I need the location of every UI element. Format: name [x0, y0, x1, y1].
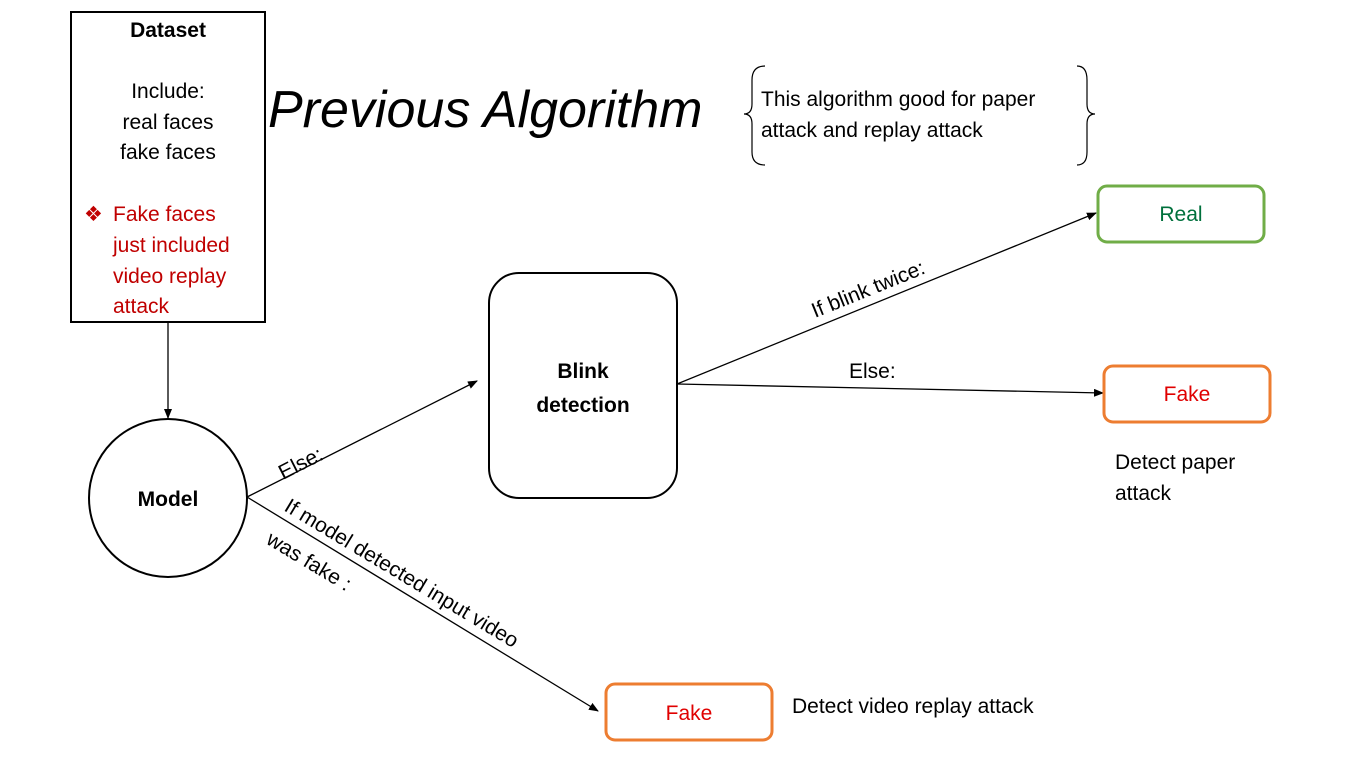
edge-label-model-else: Else:: [275, 443, 327, 485]
page-title: Previous Algorithm: [268, 81, 702, 139]
blink-label: Blink: [557, 360, 609, 383]
include-label: Include:: [131, 80, 205, 103]
paper-note: attack: [1115, 482, 1172, 505]
paper-note: Detect paper: [1115, 451, 1235, 474]
real-label: Real: [1159, 203, 1202, 226]
note-line: This algorithm good for paper: [761, 88, 1035, 111]
dataset-item: fake faces: [120, 141, 216, 164]
blink-detection-node: [488, 272, 678, 499]
diamond-bullet-icon: ❖: [84, 203, 103, 226]
note: This algorithm good for paper attack and…: [743, 65, 1096, 166]
arrow-blink-real: [676, 212, 1097, 385]
arrow-model-blink: [246, 380, 478, 498]
edge-label-blink-else: Else:: [849, 360, 896, 383]
dataset-item: real faces: [122, 111, 213, 134]
arrow-model-fake: [246, 496, 599, 712]
left-brace-icon: [743, 65, 766, 166]
fake-video-label: Fake: [666, 702, 713, 725]
video-note: Detect video replay attack: [792, 695, 1034, 718]
warning-line: Fake faces: [113, 203, 216, 226]
dataset-heading: Dataset: [130, 19, 206, 42]
diagram: Dataset Include: real faces fake faces ❖…: [70, 11, 1272, 742]
dataset-box: Dataset Include: real faces fake faces ❖…: [70, 11, 266, 323]
warning-line: video replay: [113, 265, 227, 288]
warning-line: attack: [113, 295, 170, 318]
warning-line: just included: [112, 234, 230, 257]
right-brace-icon: [1076, 65, 1096, 166]
arrow-blink-fake: [676, 383, 1104, 397]
model-label: Model: [138, 488, 199, 511]
blink-label: detection: [536, 394, 629, 417]
fake-paper-label: Fake: [1164, 383, 1211, 406]
note-line: attack and replay attack: [761, 119, 983, 142]
